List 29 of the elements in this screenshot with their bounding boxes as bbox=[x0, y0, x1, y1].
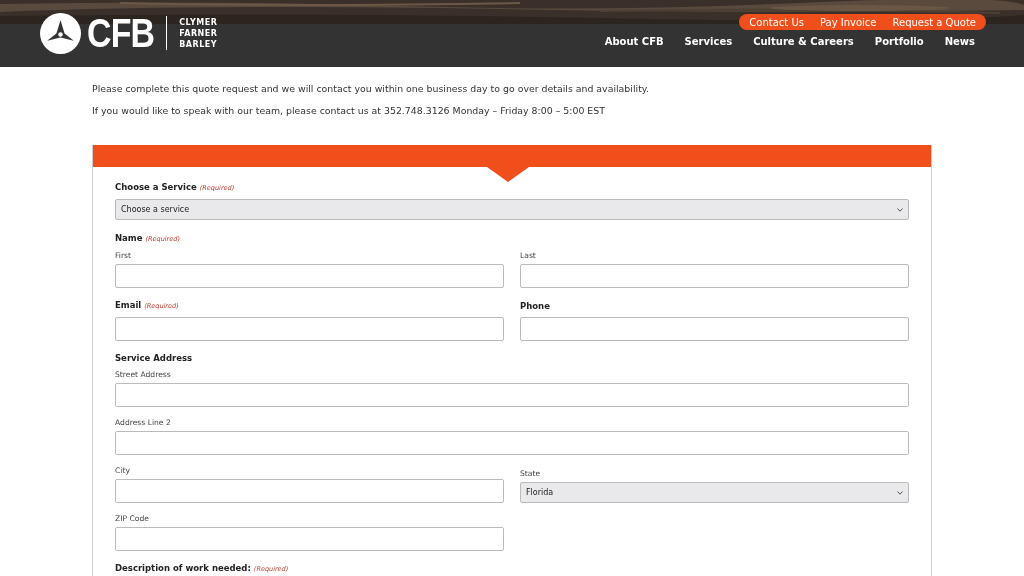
input-field[interactable] bbox=[115, 431, 909, 455]
chevron-icon bbox=[897, 207, 903, 212]
logo-text[interactable]: CFB bbox=[87, 11, 155, 55]
logo-tagline: CLYMER bbox=[179, 16, 218, 28]
logo-tagline: BARLEY bbox=[179, 38, 218, 50]
chevron-icon bbox=[897, 490, 903, 495]
field-label: Service Address bbox=[115, 353, 194, 364]
intro-text: If you would like to speak with our team, please contact us at 352.748.3126 Monday – Friday 8:00 – 5:00 EST bbox=[92, 106, 606, 116]
input-field[interactable] bbox=[115, 317, 504, 341]
nav-link[interactable]: About CFB bbox=[604, 36, 664, 47]
input-field[interactable] bbox=[115, 479, 504, 503]
intro-text: Please complete this quote request and we will contact you within one business day to go over details and availability. bbox=[92, 84, 650, 94]
logo-icon[interactable] bbox=[40, 12, 81, 54]
nav-link[interactable]: Portfolio bbox=[874, 36, 924, 47]
field-label: Phone bbox=[520, 301, 551, 312]
input-field[interactable] bbox=[520, 264, 909, 288]
input-field[interactable] bbox=[115, 527, 504, 551]
utility-link[interactable]: Request a Quote bbox=[892, 16, 976, 28]
select-field[interactable]: Choose a service bbox=[115, 199, 909, 220]
nav-link[interactable]: Culture & Careers bbox=[753, 36, 854, 47]
input-field[interactable] bbox=[115, 264, 504, 288]
nav-link[interactable]: News bbox=[944, 36, 975, 47]
input-field[interactable] bbox=[520, 317, 909, 341]
select-field[interactable]: Florida bbox=[520, 482, 909, 503]
utility-link[interactable]: Contact Us bbox=[749, 16, 804, 28]
logo-tagline: FARNER bbox=[179, 27, 218, 39]
input-field[interactable] bbox=[115, 383, 909, 407]
nav-link[interactable]: Services bbox=[684, 36, 733, 47]
utility-link[interactable]: Pay Invoice bbox=[819, 16, 877, 28]
